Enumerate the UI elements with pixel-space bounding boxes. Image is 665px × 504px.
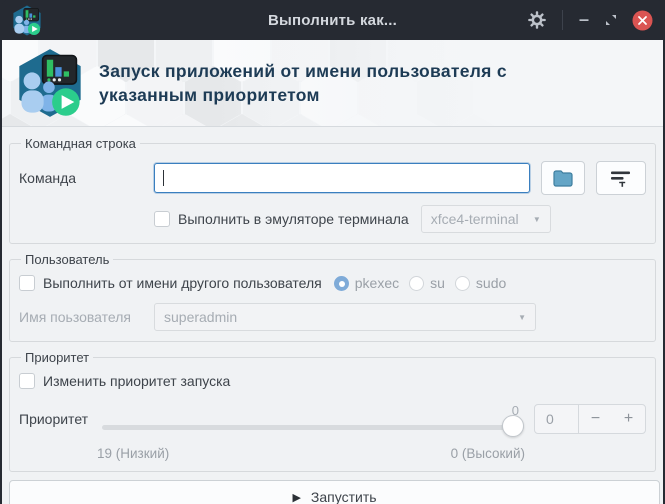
play-icon: ▶ — [292, 491, 301, 504]
auth-method-group: pkexec su sudo — [324, 275, 507, 291]
header-banner: Запуск приложений от имени пользователя … — [2, 40, 663, 127]
username-label: Имя поьзователя — [19, 309, 131, 325]
priority-legend: Приоритет — [25, 350, 90, 365]
terminal-emulator-value: xfce4-terminal — [430, 211, 519, 227]
username-value: superadmin — [164, 309, 238, 325]
window-controls — [527, 10, 653, 31]
text-caret — [163, 170, 164, 186]
chevron-down-icon: ▼ — [518, 312, 526, 322]
command-line-legend: Командная строка — [25, 136, 136, 151]
terminal-checkbox[interactable] — [154, 211, 170, 227]
app-icon — [12, 4, 42, 37]
command-history-button[interactable] — [596, 161, 646, 195]
radio-label: pkexec — [354, 275, 400, 291]
priority-spinbox: 0 − + — [534, 404, 646, 434]
run-as-window: Выполнить как... Запуск приложений от им… — [0, 0, 665, 504]
settings-gear-icon[interactable] — [527, 10, 547, 30]
dialog-content: Командная строка Команда Выполнить в эму… — [2, 127, 663, 504]
app-logo-icon — [16, 46, 84, 120]
command-input[interactable] — [154, 163, 530, 193]
other-user-checkbox[interactable] — [19, 275, 35, 291]
priority-slider: 0 — [102, 401, 524, 437]
radio-icon — [409, 275, 425, 291]
spin-value: 0 — [535, 405, 579, 433]
priority-section: Приоритет Изменить приоритет запуска При… — [9, 350, 656, 472]
auth-method-su: su — [409, 275, 445, 291]
radio-label: su — [430, 275, 445, 291]
spin-plus-button: + — [623, 410, 634, 427]
priority-range-labels: 19 (Низкий) 0 (Высокий) — [97, 446, 525, 461]
auth-method-sudo: sudo — [454, 275, 507, 291]
terminal-emulator-select: xfce4-terminal ▼ — [420, 205, 551, 233]
priority-high-label: 0 (Высокий) — [450, 446, 525, 461]
auth-method-pkexec: pkexec — [333, 275, 400, 291]
slider-thumb — [502, 415, 524, 437]
app-title: Запуск приложений от имени пользователя … — [99, 60, 507, 106]
slider-track — [102, 425, 524, 430]
change-priority-checkbox[interactable] — [19, 373, 35, 389]
priority-low-label: 19 (Низкий) — [97, 446, 170, 461]
titlebar: Выполнить как... — [2, 0, 663, 40]
browse-folder-button[interactable] — [541, 161, 585, 195]
terminal-checkbox-label: Выполнить в эмуляторе терминала — [178, 211, 409, 227]
command-input-wrap — [154, 163, 530, 193]
run-button-label: Запустить — [310, 489, 377, 504]
maximize-button[interactable] — [605, 14, 617, 26]
run-button[interactable]: ▶ Запустить — [9, 480, 660, 504]
spin-minus-button: − — [590, 410, 601, 427]
titlebar-separator — [562, 10, 563, 30]
radio-label: sudo — [475, 275, 507, 291]
priority-label: Приоритет — [19, 411, 89, 427]
radio-icon — [333, 275, 349, 291]
other-user-checkbox-label: Выполнить от имени другого пользователя — [43, 275, 322, 291]
change-priority-checkbox-label: Изменить приоритет запуска — [43, 373, 231, 389]
chevron-down-icon: ▼ — [532, 214, 541, 224]
command-label: Команда — [19, 170, 77, 186]
user-section: Пользователь Выполнить от имени другого … — [9, 252, 656, 342]
command-line-section: Командная строка Команда Выполнить в эму… — [9, 136, 656, 244]
username-select: superadmin ▼ — [154, 303, 536, 331]
user-legend: Пользователь — [25, 252, 110, 267]
folder-icon — [553, 169, 573, 187]
text-lines-icon — [611, 171, 630, 187]
close-button[interactable] — [632, 10, 653, 31]
minimize-button[interactable] — [578, 14, 590, 26]
radio-icon — [454, 275, 470, 291]
